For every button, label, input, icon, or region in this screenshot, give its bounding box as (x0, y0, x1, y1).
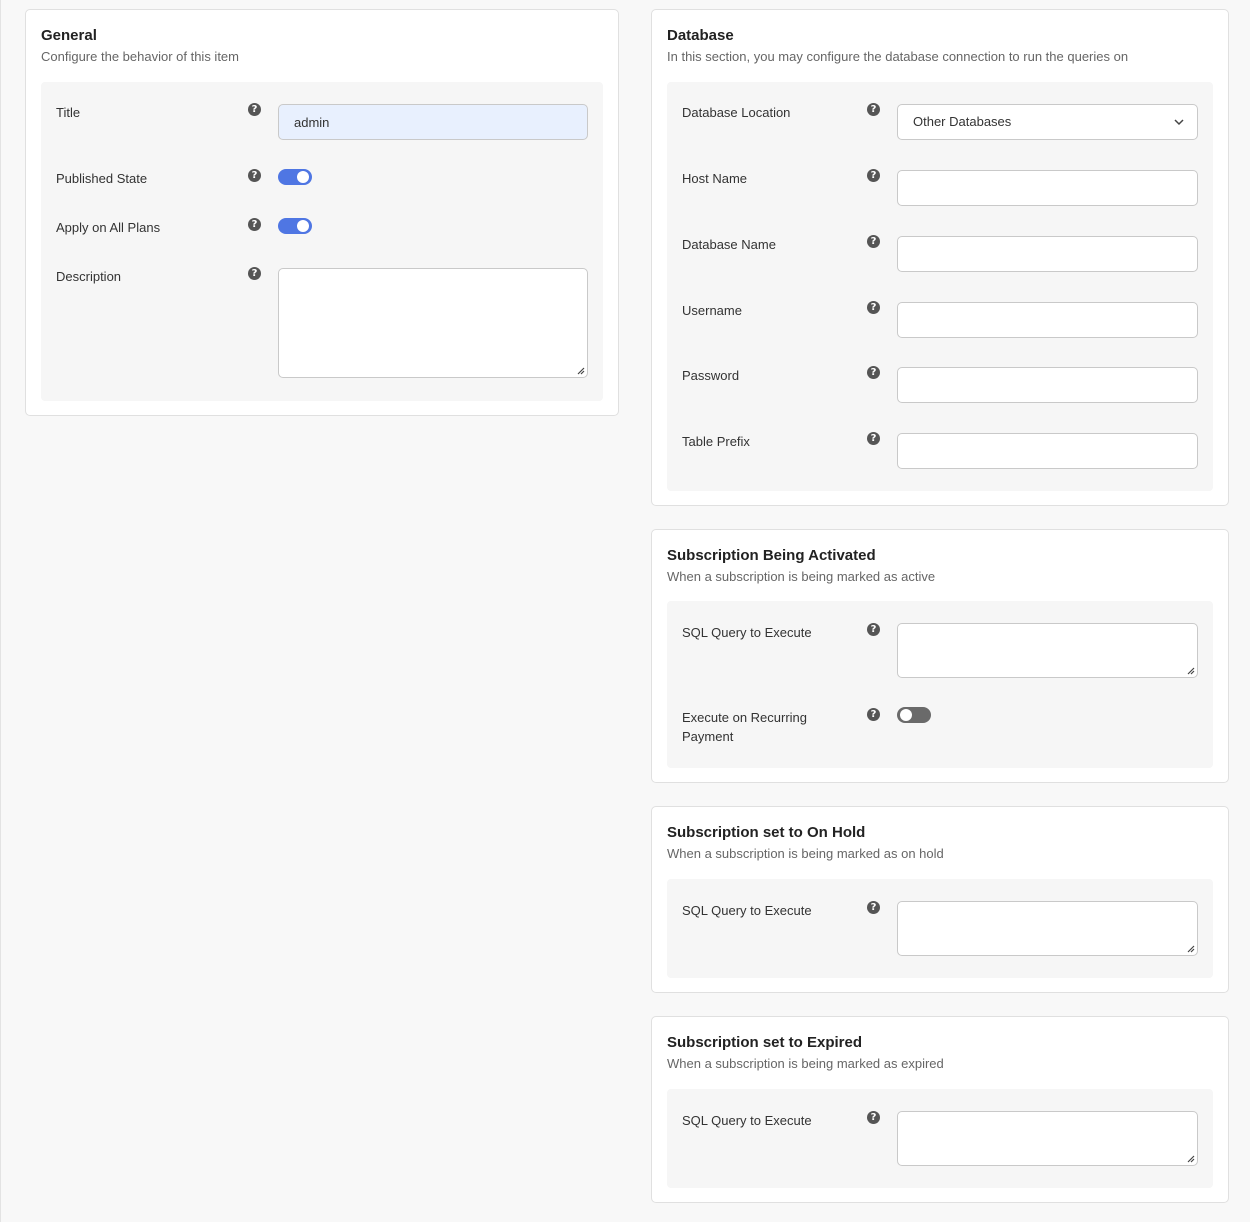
help-icon[interactable]: ? (248, 267, 261, 280)
help-icon[interactable]: ? (867, 103, 880, 116)
database-fields: Database Location ? Other Databases Host… (667, 82, 1213, 491)
onhold-panel: Subscription set to On Hold When a subsc… (651, 806, 1229, 993)
username-label: Username (682, 303, 742, 318)
expired-fields: SQL Query to Execute ? (667, 1089, 1213, 1188)
help-icon[interactable]: ? (248, 169, 261, 182)
general-subtitle: Configure the behavior of this item (41, 49, 239, 64)
username-input[interactable] (897, 302, 1198, 338)
resize-grip-icon[interactable] (1185, 943, 1195, 953)
general-title: General (41, 27, 97, 44)
recurring-toggle[interactable] (897, 707, 931, 723)
help-icon[interactable]: ? (867, 901, 880, 914)
onhold-sql-label: SQL Query to Execute (682, 903, 812, 918)
password-label: Password (682, 368, 740, 383)
apply-all-plans-toggle[interactable] (278, 218, 312, 234)
help-icon[interactable]: ? (248, 218, 261, 231)
onhold-sql-textarea[interactable] (897, 901, 1198, 956)
resize-grip-icon[interactable] (575, 365, 585, 375)
database-title: Database (667, 27, 734, 44)
table-prefix-label: Table Prefix (682, 434, 750, 449)
title-label: Title (56, 105, 81, 120)
host-name-input[interactable] (897, 170, 1198, 206)
onhold-title: Subscription set to On Hold (667, 824, 866, 841)
general-panel: General Configure the behavior of this i… (25, 9, 619, 416)
expired-subtitle: When a subscription is being marked as e… (667, 1056, 944, 1071)
apply-all-plans-label: Apply on All Plans (56, 220, 161, 235)
chevron-down-icon (1174, 119, 1184, 126)
description-textarea[interactable] (278, 268, 588, 378)
password-input[interactable] (897, 367, 1198, 403)
expired-title: Subscription set to Expired (667, 1034, 863, 1051)
help-icon[interactable]: ? (867, 301, 880, 314)
help-icon[interactable]: ? (867, 623, 880, 636)
host-name-label: Host Name (682, 171, 748, 186)
resize-grip-icon[interactable] (1185, 1153, 1195, 1163)
description-label: Description (56, 269, 122, 284)
activated-title: Subscription Being Activated (667, 547, 876, 564)
database-location-label: Database Location (682, 105, 791, 120)
database-name-input[interactable] (897, 236, 1198, 272)
expired-panel: Subscription set to Expired When a subsc… (651, 1016, 1229, 1203)
database-subtitle: In this section, you may configure the d… (667, 49, 1129, 64)
help-icon[interactable]: ? (867, 169, 880, 182)
help-icon[interactable]: ? (867, 235, 880, 248)
onhold-subtitle: When a subscription is being marked as o… (667, 846, 944, 861)
table-prefix-input[interactable] (897, 433, 1198, 469)
database-name-label: Database Name (682, 237, 776, 252)
title-input[interactable] (278, 104, 588, 140)
help-icon[interactable]: ? (867, 1111, 880, 1124)
recurring-label: Execute on Recurring Payment (682, 710, 808, 744)
onhold-fields: SQL Query to Execute ? (667, 879, 1213, 978)
help-icon[interactable]: ? (867, 366, 880, 379)
activated-fields: SQL Query to Execute ? Execute on Recurr… (667, 601, 1213, 768)
activated-panel: Subscription Being Activated When a subs… (651, 529, 1229, 783)
expired-sql-textarea[interactable] (897, 1111, 1198, 1166)
activated-sql-label: SQL Query to Execute (682, 625, 812, 640)
database-location-value: Other Databases (913, 114, 1012, 129)
published-state-label: Published State (56, 171, 148, 186)
general-fields: Title ? Published State ? Apply on All P… (41, 82, 603, 401)
database-panel: Database In this section, you may config… (651, 9, 1229, 506)
activated-subtitle: When a subscription is being marked as a… (667, 569, 936, 584)
help-icon[interactable]: ? (867, 432, 880, 445)
help-icon[interactable]: ? (867, 708, 880, 721)
help-icon[interactable]: ? (248, 103, 261, 116)
database-location-select[interactable]: Other Databases (897, 104, 1198, 140)
published-state-toggle[interactable] (278, 169, 312, 185)
activated-sql-textarea[interactable] (897, 623, 1198, 678)
resize-grip-icon[interactable] (1185, 665, 1195, 675)
expired-sql-label: SQL Query to Execute (682, 1113, 812, 1128)
